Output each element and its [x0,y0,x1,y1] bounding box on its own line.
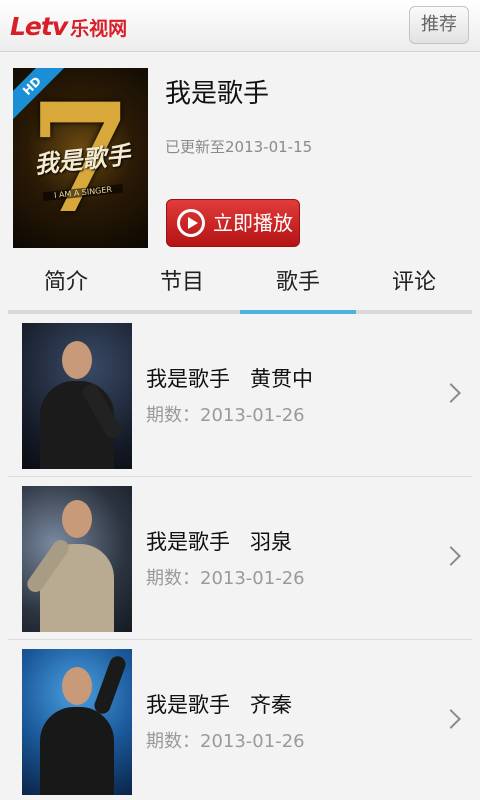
list-item[interactable]: 我是歌手 黄贯中 期数：2013-01-26 [8,314,472,477]
show-updated-date: 已更新至2013-01-15 [165,138,313,156]
recommend-button[interactable]: 推荐 [409,6,469,44]
letv-logo[interactable]: Le tv 乐视网 [10,12,128,41]
singer-head [62,667,92,705]
singer-list: 我是歌手 黄贯中 期数：2013-01-26 我是歌手 羽泉 期数：2013-0… [8,314,472,800]
singer-thumbnail [22,323,132,469]
singer-head [62,341,92,379]
chevron-right-icon [441,383,461,403]
singer-figure [40,707,114,795]
list-item[interactable]: 我是歌手 羽泉 期数：2013-01-26 [8,477,472,640]
singer-arm [92,654,128,716]
chevron-right-icon [441,546,461,566]
tab-comments[interactable]: 评论 [356,258,472,310]
item-title: 我是歌手 羽泉 [146,530,293,554]
chevron-right-icon [441,709,461,729]
item-date: 期数：2013-01-26 [146,405,305,426]
singer-thumbnail [22,649,132,795]
tab-singers[interactable]: 歌手 [240,258,356,314]
item-date: 期数：2013-01-26 [146,731,305,752]
logo-tv: tv [40,12,68,41]
tab-intro[interactable]: 简介 [8,258,124,310]
tab-episodes[interactable]: 节目 [124,258,240,310]
item-title: 我是歌手 黄贯中 [146,367,314,391]
play-circle-icon [177,209,205,237]
play-now-label: 立即播放 [213,211,293,235]
item-date: 期数：2013-01-26 [146,568,305,589]
top-bar: Le tv 乐视网 推荐 [0,0,480,52]
item-title: 我是歌手 齐秦 [146,693,293,717]
play-now-button[interactable]: 立即播放 [166,199,300,247]
tab-bar: 简介 节目 歌手 评论 [8,258,472,314]
list-item[interactable]: 我是歌手 齐秦 期数：2013-01-26 [8,640,472,800]
logo-le: Le [10,12,42,41]
logo-cn: 乐视网 [70,18,128,40]
show-poster[interactable]: 7 我是歌手 I AM A SINGER HD [13,68,148,248]
singer-head [62,500,92,538]
singer-thumbnail [22,486,132,632]
show-title: 我是歌手 [165,79,270,109]
